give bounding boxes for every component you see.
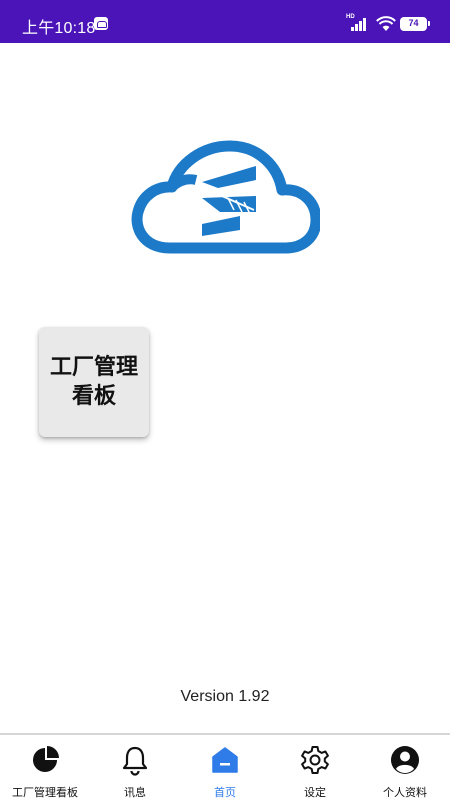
nav-item-messages[interactable]: 讯息 bbox=[90, 735, 180, 800]
version-label: Version 1.92 bbox=[180, 688, 270, 705]
tile-label: 工厂管理看板 bbox=[49, 355, 138, 409]
signal-icon bbox=[351, 18, 366, 31]
user-icon bbox=[391, 746, 419, 774]
nav-item-factory-dashboard[interactable]: 工厂管理看板 bbox=[0, 735, 90, 800]
factory-dashboard-tile[interactable]: 工厂管理看板 bbox=[39, 327, 149, 437]
bell-icon bbox=[122, 746, 148, 776]
nav-label: 讯息 bbox=[124, 786, 146, 799]
nav-label: 工厂管理看板 bbox=[12, 786, 78, 799]
status-time: 上午10:18 bbox=[22, 20, 96, 37]
wifi-icon bbox=[376, 16, 396, 31]
home-icon bbox=[212, 747, 238, 773]
nav-item-home[interactable]: 首页 bbox=[180, 735, 270, 800]
nav-label: 设定 bbox=[304, 786, 326, 799]
status-bar: 上午10:18 HD 74 bbox=[0, 0, 450, 43]
bottom-nav: 工厂管理看板 讯息 首页 设定 个人资料 bbox=[0, 733, 450, 800]
pie-chart-icon bbox=[33, 746, 59, 772]
cloud-app-icon bbox=[94, 17, 108, 30]
nav-label: 首页 bbox=[214, 786, 236, 799]
cloud-logo-icon bbox=[131, 140, 320, 254]
nav-item-profile[interactable]: 个人资料 bbox=[360, 735, 450, 800]
gear-icon bbox=[301, 746, 329, 774]
nav-label: 个人资料 bbox=[383, 786, 427, 799]
battery-indicator: 74 bbox=[400, 17, 430, 31]
nav-item-settings[interactable]: 设定 bbox=[270, 735, 360, 800]
